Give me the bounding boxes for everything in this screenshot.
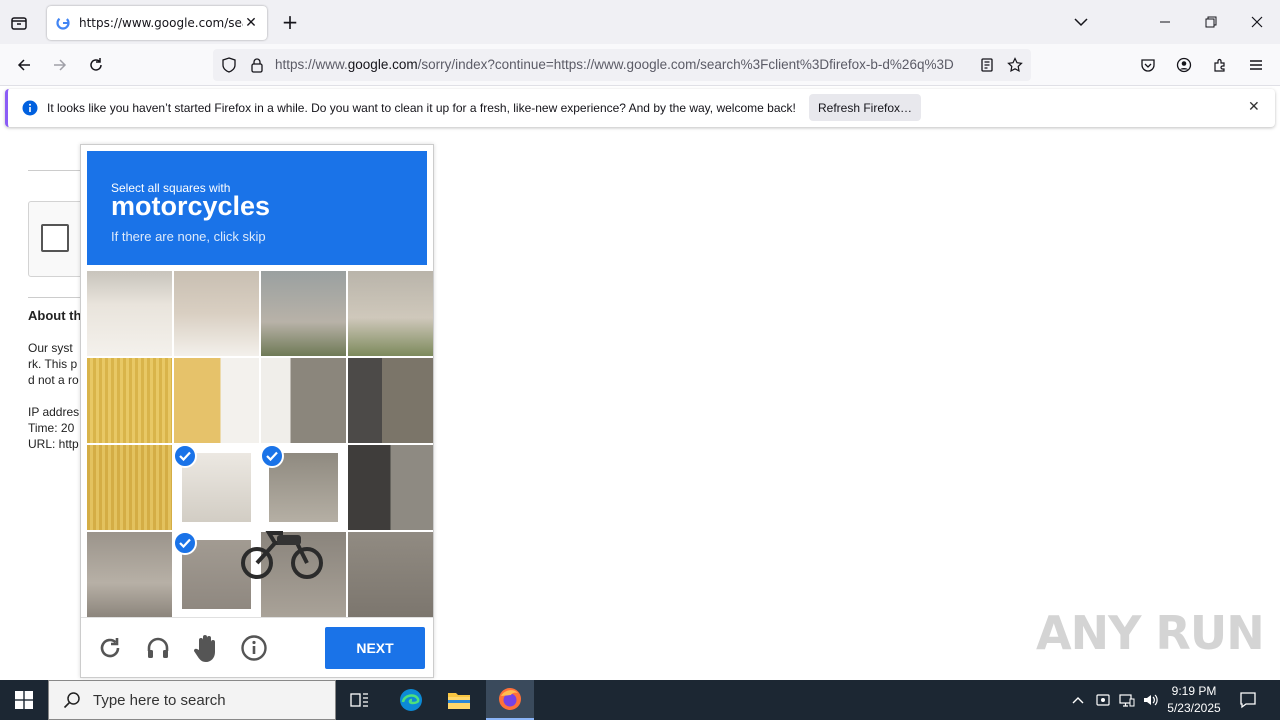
meet-now-icon[interactable] <box>1092 680 1114 720</box>
taskbar-search-placeholder: Type here to search <box>93 691 226 709</box>
captcha-tile[interactable] <box>87 445 172 530</box>
forward-icon[interactable] <box>48 53 72 77</box>
check-icon <box>173 531 197 555</box>
account-icon[interactable] <box>1172 53 1196 77</box>
url-text[interactable]: https://www.google.com/sorry/index?conti… <box>275 57 975 72</box>
recaptcha-checkbox-box <box>28 201 84 277</box>
challenge-image-grid <box>87 271 433 617</box>
info-icon <box>22 100 38 119</box>
about-heading: About th <box>28 308 82 323</box>
captcha-tile[interactable] <box>174 358 259 443</box>
url-host: google.com <box>347 57 418 72</box>
restore-icon[interactable] <box>1201 12 1221 32</box>
captcha-tile[interactable] <box>87 271 172 356</box>
refresh-firefox-notification: It looks like you haven’t started Firefo… <box>5 89 1275 127</box>
task-view-icon[interactable] <box>340 680 380 720</box>
captcha-tile[interactable] <box>174 271 259 356</box>
start-icon[interactable] <box>0 680 48 720</box>
captcha-tile[interactable] <box>348 532 433 617</box>
shield-icon[interactable] <box>221 57 237 76</box>
time-line: Time: 20 <box>28 421 75 435</box>
url-path: /sorry/index?continue=https://www.google… <box>417 57 954 72</box>
ip-address-line: IP addres <box>28 405 80 419</box>
taskbar-clock[interactable]: 9:19 PM 5/23/2025 <box>1160 683 1228 717</box>
reload-icon[interactable] <box>84 53 108 77</box>
audio-icon[interactable] <box>144 634 172 662</box>
clock-time: 9:19 PM <box>1171 684 1217 698</box>
challenge-footer: NEXT <box>81 617 433 677</box>
info-icon[interactable] <box>240 634 268 662</box>
lock-icon[interactable] <box>249 57 265 76</box>
reload-icon[interactable] <box>96 634 124 662</box>
new-tab-button[interactable]: + <box>279 10 301 34</box>
clock-date: 5/23/2025 <box>1167 701 1221 715</box>
captcha-tile[interactable] <box>261 532 346 617</box>
tab-google[interactable]: https://www.google.com/search ✕ <box>47 6 267 40</box>
challenge-hint: If there are none, click skip <box>111 229 266 244</box>
next-button[interactable]: NEXT <box>325 627 425 669</box>
volume-icon[interactable] <box>1140 680 1162 720</box>
file-explorer-icon[interactable] <box>438 680 480 720</box>
extensions-icon[interactable] <box>1208 53 1232 77</box>
show-hidden-icons[interactable] <box>1068 680 1088 720</box>
search-icon <box>63 692 80 709</box>
captcha-tile[interactable] <box>348 271 433 356</box>
captcha-tile[interactable] <box>348 358 433 443</box>
google-icon <box>55 15 71 31</box>
page-line-3: d not a ro <box>28 373 79 387</box>
navigation-bar: https://www.google.com/sorry/index?conti… <box>0 44 1280 86</box>
recaptcha-challenge: Select all squares with motorcycles If t… <box>80 144 434 678</box>
check-icon <box>173 444 197 468</box>
address-bar[interactable]: https://www.google.com/sorry/index?conti… <box>213 49 1031 81</box>
back-icon[interactable] <box>12 53 36 77</box>
list-tabs-icon[interactable] <box>1071 12 1091 32</box>
notification-close-icon[interactable]: ✕ <box>1248 99 1260 115</box>
page-divider-top <box>28 170 80 171</box>
captcha-tile[interactable] <box>261 358 346 443</box>
reader-view-icon[interactable] <box>979 57 995 76</box>
windows-taskbar: Type here to search 9:19 PM 5/23/2025 <box>0 680 1280 720</box>
taskbar-search-box[interactable]: Type here to search <box>48 680 336 720</box>
tab-bar: https://www.google.com/search ✕ + <box>0 0 1280 44</box>
notification-message: It looks like you haven’t started Firefo… <box>47 101 796 115</box>
minimize-icon[interactable] <box>1155 12 1175 32</box>
refresh-firefox-button[interactable]: Refresh Firefox… <box>809 94 921 121</box>
notifications-icon[interactable] <box>1234 680 1262 720</box>
captcha-tile[interactable] <box>348 445 433 530</box>
network-icon[interactable] <box>1116 680 1138 720</box>
firefox-taskbar-icon[interactable] <box>486 680 534 720</box>
challenge-header: Select all squares with motorcycles If t… <box>87 151 427 265</box>
recaptcha-checkbox[interactable] <box>41 224 69 252</box>
bookmark-star-icon[interactable] <box>1007 57 1023 76</box>
pocket-icon[interactable] <box>1136 53 1160 77</box>
challenge-target: motorcycles <box>111 191 271 221</box>
url-host-prefix: https://www. <box>275 57 348 72</box>
captcha-tile[interactable] <box>261 271 346 356</box>
firefox-view-icon[interactable] <box>8 12 30 34</box>
check-icon <box>260 444 284 468</box>
page-line-2: rk. This p <box>28 357 78 371</box>
close-window-icon[interactable] <box>1247 12 1267 32</box>
url-line: URL: http <box>28 437 79 451</box>
captcha-tile[interactable] <box>87 532 172 617</box>
tab-close-icon[interactable]: ✕ <box>243 15 259 31</box>
page-line-1: Our syst <box>28 341 73 355</box>
page-divider-bottom <box>28 297 80 298</box>
tab-title: https://www.google.com/search <box>79 16 243 30</box>
anyrun-watermark: ANY RUN <box>1036 606 1265 660</box>
captcha-tile[interactable] <box>87 358 172 443</box>
menu-icon[interactable] <box>1244 53 1268 77</box>
hand-icon[interactable] <box>192 634 220 662</box>
edge-icon[interactable] <box>390 680 432 720</box>
